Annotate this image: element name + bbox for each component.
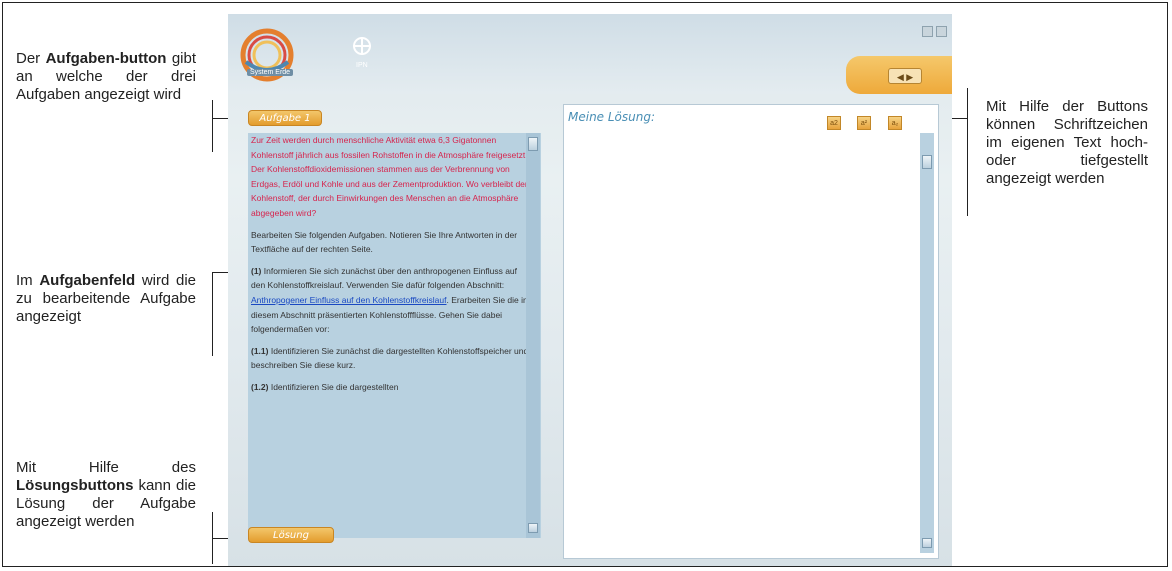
scroll-down-button[interactable]: [528, 523, 538, 533]
subscript-button[interactable]: a₂: [888, 116, 902, 130]
annotation-bracket: [212, 272, 213, 356]
system-erde-logo: [240, 28, 294, 82]
task-paragraph: (1) Informieren Sie sich zunächst über d…: [251, 265, 528, 335]
solution-panel: Meine Lösung: a2 a² a₂: [563, 104, 939, 559]
task-scrollbar[interactable]: [526, 133, 540, 538]
logo-label: System Erde: [247, 69, 294, 76]
solution-scrollbar[interactable]: [920, 133, 934, 553]
scroll-up-button[interactable]: [922, 155, 932, 169]
scroll-up-button[interactable]: [528, 137, 538, 151]
solution-button[interactable]: Lösung: [248, 527, 334, 543]
normal-text-button[interactable]: a2: [827, 116, 841, 130]
page-navigation-arrows[interactable]: ◀ ▶: [888, 68, 922, 84]
ipn-logo-icon: [353, 37, 371, 55]
task-text: Zur Zeit werden durch menschliche Aktivi…: [251, 133, 533, 538]
ipn-label: IPN: [356, 62, 368, 69]
task-intro: Zur Zeit werden durch menschliche Aktivi…: [251, 135, 528, 218]
annotation-aufgabenfeld: Im Aufgabenfeld wird die zu bearbeitende…: [16, 272, 196, 325]
annotation-bracket: [967, 88, 968, 216]
solution-title: Meine Lösung:: [568, 110, 656, 124]
task-link[interactable]: Anthropogener Einfluss auf den Kohlensto…: [251, 295, 446, 305]
task-panel: Zur Zeit werden durch menschliche Aktivi…: [248, 133, 541, 538]
minimize-button[interactable]: [922, 26, 933, 37]
annotation-formatbuttons: Mit Hilfe der Buttons können Schriftzeic…: [986, 98, 1148, 187]
superscript-button[interactable]: a²: [857, 116, 871, 130]
task-paragraph: (1.1) Identifizieren Sie zunächst die da…: [251, 345, 529, 371]
annotation-loesungsbutton: Mit Hilfe des Lösungsbuttons kann die Lö…: [16, 459, 196, 530]
annotation-bracket: [212, 100, 213, 152]
close-button[interactable]: [936, 26, 947, 37]
task-tab-button[interactable]: Aufgabe 1: [248, 110, 322, 126]
app-header: [228, 14, 952, 94]
task-paragraph: (1.2) Identifizieren Sie die dargestellt…: [251, 381, 399, 392]
scroll-down-button[interactable]: [922, 538, 932, 548]
app-window: System Erde IPN ◀ ▶ Aufgabe 1 Zur Zeit w…: [228, 14, 952, 566]
navigation-bar: ◀ ▶: [846, 56, 952, 94]
annotation-aufgabenbutton: Der Aufgaben-button gibt an welche der d…: [16, 50, 197, 103]
task-paragraph: Bearbeiten Sie folgenden Aufgaben. Notie…: [251, 229, 518, 255]
